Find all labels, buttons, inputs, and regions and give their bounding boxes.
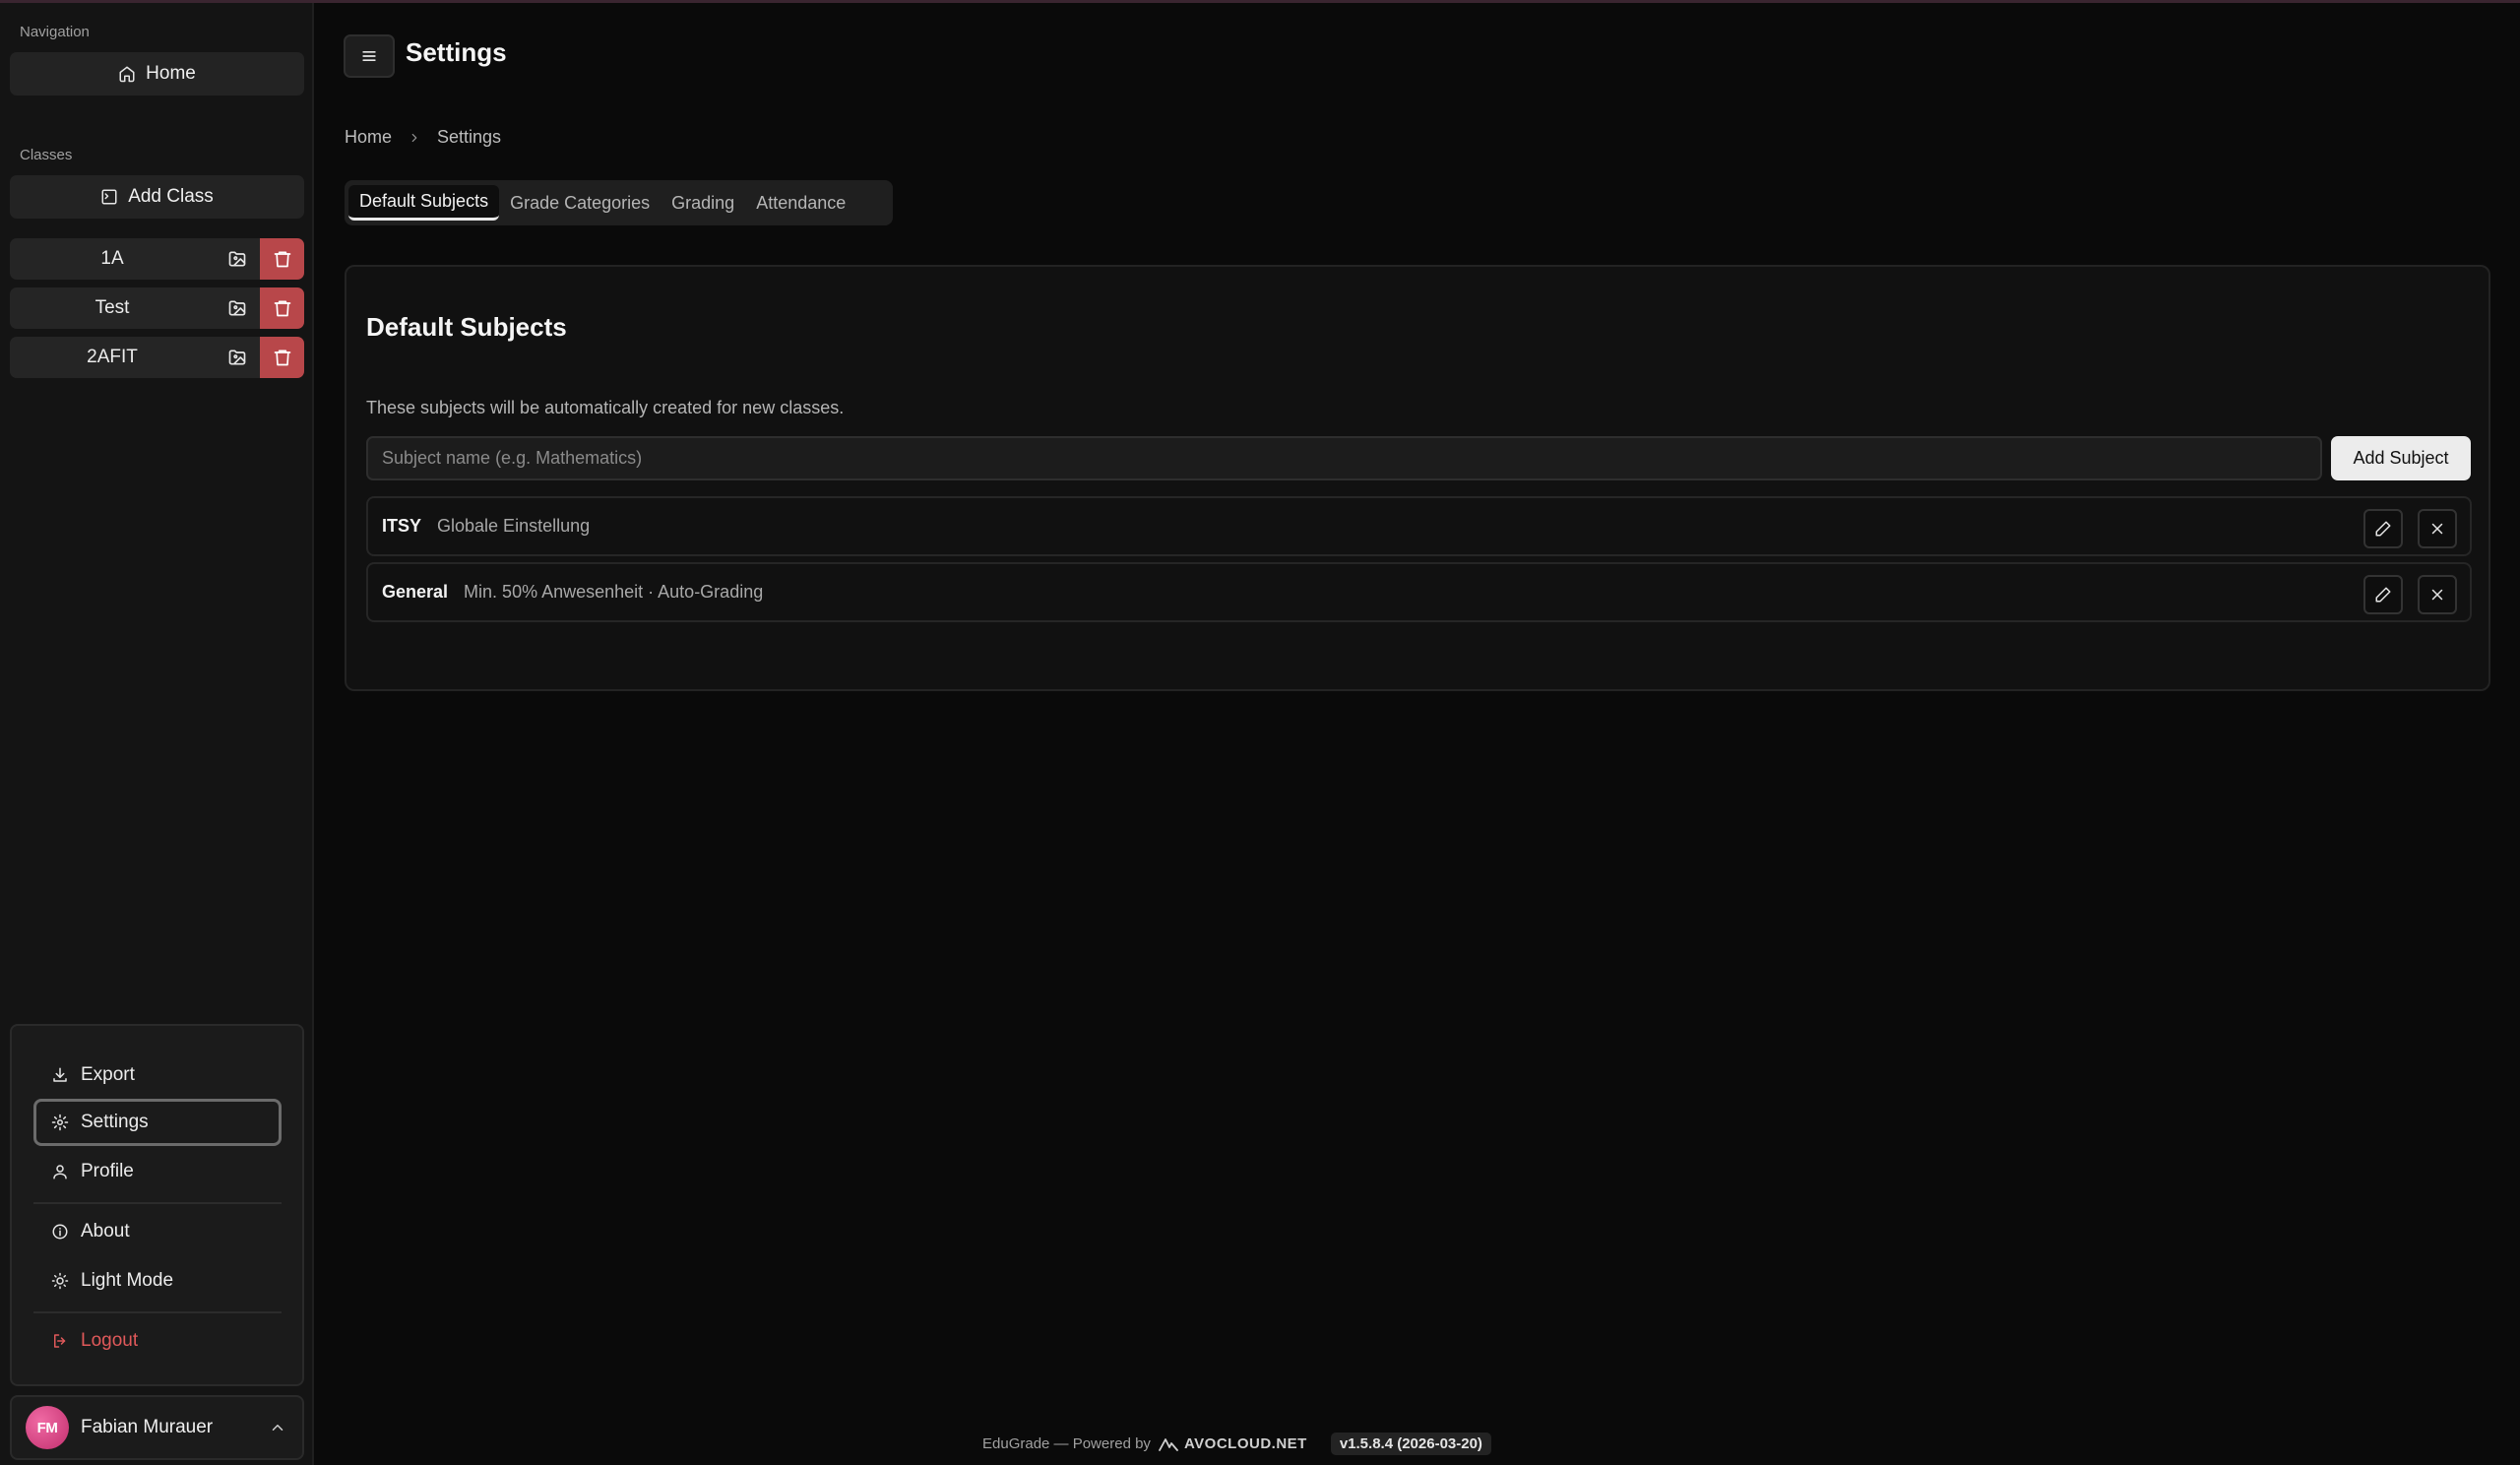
class-open-button[interactable] xyxy=(215,238,260,280)
user-account-button[interactable]: FM Fabian Murauer xyxy=(10,1395,304,1460)
class-open-button[interactable] xyxy=(215,287,260,329)
folder-image-icon xyxy=(228,300,246,316)
default-subjects-card: Default Subjects These subjects will be … xyxy=(345,265,2490,691)
logout-icon xyxy=(54,1334,66,1348)
tab-grading[interactable]: Grading xyxy=(661,185,745,221)
menu-item-profile[interactable]: Profile xyxy=(33,1148,282,1195)
chevron-up-icon xyxy=(272,1425,284,1431)
chevron-right-icon xyxy=(411,133,417,142)
menu-item-label: Light Mode xyxy=(81,1270,174,1291)
sun-icon xyxy=(51,1272,69,1290)
menu-item-light-mode[interactable]: Light Mode xyxy=(33,1257,282,1305)
classes-section-label: Classes xyxy=(20,147,73,163)
edit-subject-button[interactable] xyxy=(2363,509,2403,548)
menu-item-logout[interactable]: Logout xyxy=(33,1317,282,1365)
breadcrumb-home-link[interactable]: Home xyxy=(345,127,392,148)
version-badge: v1.5.8.4 (2026-03-20) xyxy=(1330,1433,1491,1455)
breadcrumb: Home Settings xyxy=(345,127,501,148)
avocloud-logo-icon xyxy=(1159,1437,1178,1451)
remove-subject-button[interactable] xyxy=(2418,509,2457,548)
subject-name: General xyxy=(382,582,449,602)
pencil-icon xyxy=(2375,587,2391,603)
sidebar-toggle-button[interactable] xyxy=(344,34,395,78)
footer-brand-label: AVOCLOUD.NET xyxy=(1183,1435,1307,1452)
page-title: Settings xyxy=(406,37,507,67)
menu-item-settings[interactable]: Settings xyxy=(33,1099,282,1146)
download-icon xyxy=(53,1067,67,1082)
menu-item-about[interactable]: About xyxy=(33,1208,282,1255)
class-name-button[interactable]: 2AFIT xyxy=(10,337,215,378)
class-delete-button[interactable] xyxy=(260,287,304,329)
avatar: FM xyxy=(26,1406,69,1449)
info-icon xyxy=(52,1224,68,1240)
gear-icon xyxy=(51,1114,69,1131)
folder-image-icon xyxy=(228,350,246,365)
class-delete-button[interactable] xyxy=(260,337,304,378)
menu-icon xyxy=(362,51,376,62)
trash-icon xyxy=(274,300,290,317)
subject-name: ITSY xyxy=(382,516,422,536)
trash-icon xyxy=(274,251,290,268)
remove-subject-button[interactable] xyxy=(2418,575,2457,614)
menu-item-label: Export xyxy=(81,1064,135,1085)
subject-meta: Globale Einstellung xyxy=(437,516,591,536)
subject-name-input[interactable] xyxy=(366,436,2322,480)
class-row: 2AFIT xyxy=(10,337,304,378)
menu-item-label: Logout xyxy=(81,1330,139,1351)
menu-divider xyxy=(33,1202,282,1204)
tab-grade-categories[interactable]: Grade Categories xyxy=(499,185,661,221)
user-icon xyxy=(53,1165,67,1179)
top-accent-line xyxy=(0,0,2520,3)
pencil-icon xyxy=(2375,521,2391,537)
edit-subject-button[interactable] xyxy=(2363,575,2403,614)
add-class-label: Add Class xyxy=(128,186,214,207)
menu-item-label: Profile xyxy=(81,1161,134,1181)
add-subject-button[interactable]: Add Subject xyxy=(2331,436,2471,480)
home-icon xyxy=(119,66,135,83)
class-open-button[interactable] xyxy=(215,337,260,378)
sidebar: Navigation Home Classes Add Class 1A Tes… xyxy=(0,3,314,1465)
user-name: Fabian Murauer xyxy=(81,1417,214,1437)
class-name-button[interactable]: Test xyxy=(10,287,215,329)
class-row: Test xyxy=(10,287,304,329)
menu-divider xyxy=(33,1311,282,1313)
close-icon xyxy=(2431,589,2443,601)
add-class-button[interactable]: Add Class xyxy=(10,175,304,219)
menu-item-label: About xyxy=(81,1221,130,1242)
menu-item-label: Settings xyxy=(81,1112,149,1132)
trash-icon xyxy=(274,350,290,366)
add-class-icon xyxy=(101,189,117,205)
footer-text: EduGrade — Powered by xyxy=(982,1435,1151,1452)
user-menu-panel: Export Settings Profile About Light Mode… xyxy=(10,1024,304,1386)
nav-section-label: Navigation xyxy=(20,24,90,40)
class-name-button[interactable]: 1A xyxy=(10,238,215,280)
subject-row: ITSY Globale Einstellung xyxy=(366,496,2472,556)
footer: EduGrade — Powered by AVOCLOUD.NET v1.5.… xyxy=(982,1433,1491,1455)
class-delete-button[interactable] xyxy=(260,238,304,280)
footer-brand-link[interactable]: AVOCLOUD.NET xyxy=(1159,1435,1307,1452)
folder-image-icon xyxy=(228,251,246,267)
menu-item-export[interactable]: Export xyxy=(33,1051,282,1099)
home-button[interactable]: Home xyxy=(10,52,304,96)
class-row: 1A xyxy=(10,238,304,280)
tab-default-subjects[interactable]: Default Subjects xyxy=(348,185,500,221)
subject-meta: Min. 50% Anwesenheit · Auto-Grading xyxy=(464,582,764,602)
close-icon xyxy=(2431,523,2443,535)
breadcrumb-current: Settings xyxy=(437,127,502,147)
card-title: Default Subjects xyxy=(366,312,567,342)
subject-row: General Min. 50% Anwesenheit · Auto-Grad… xyxy=(366,562,2472,622)
card-description: These subjects will be automatically cre… xyxy=(366,398,845,417)
settings-tabs: Default Subjects Grade Categories Gradin… xyxy=(345,180,893,225)
home-label: Home xyxy=(146,63,196,84)
tab-attendance[interactable]: Attendance xyxy=(745,185,856,221)
